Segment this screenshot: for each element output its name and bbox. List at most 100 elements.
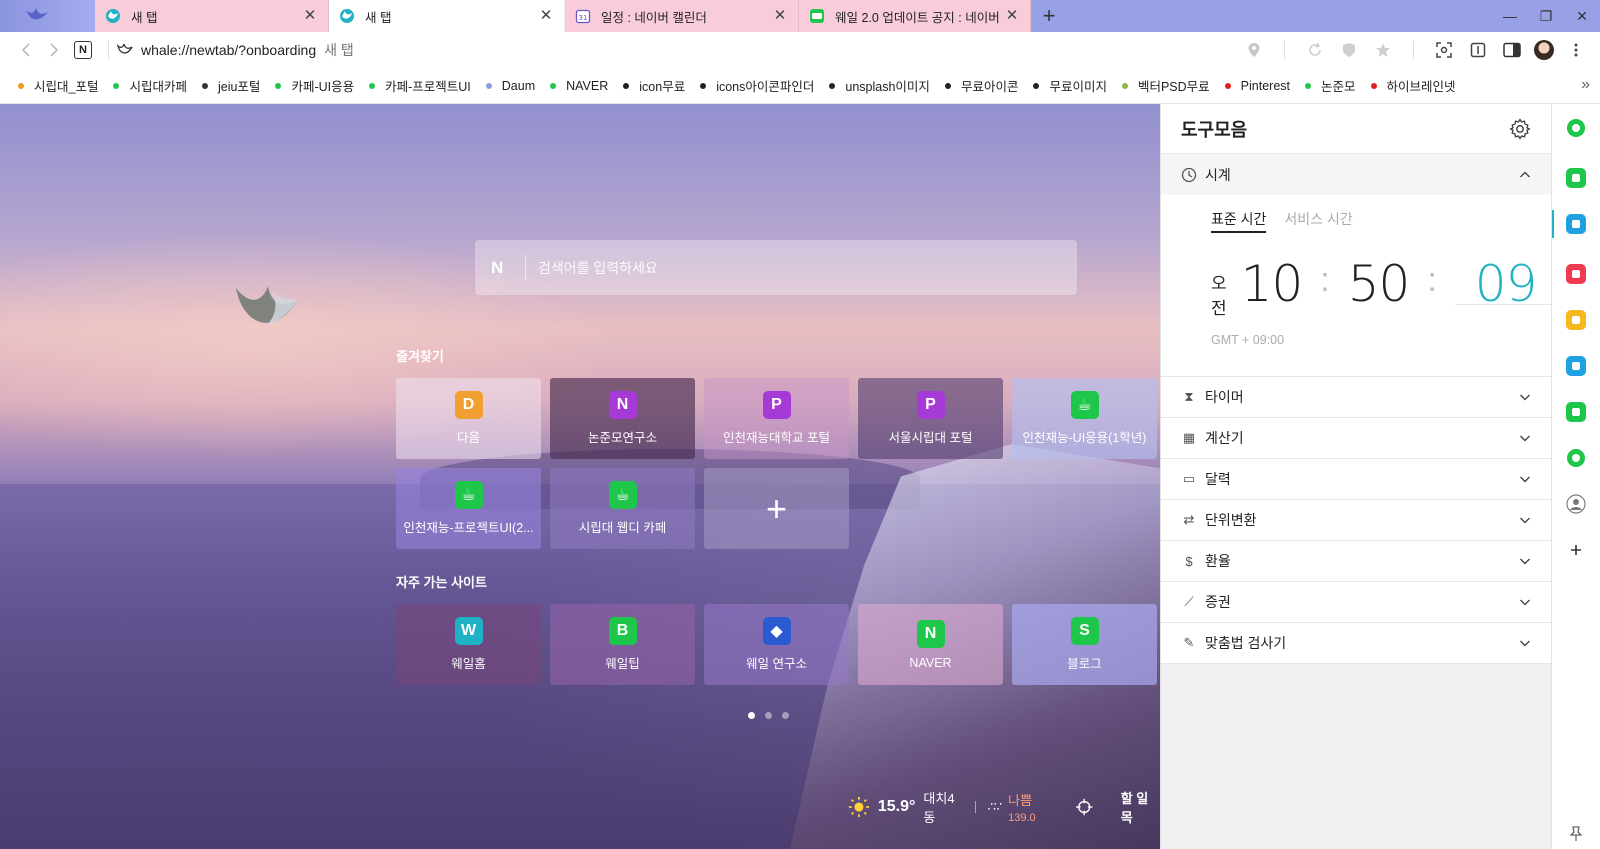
chevron-down-icon[interactable] <box>1519 555 1531 567</box>
tab-close-icon[interactable]: ✕ <box>772 8 788 24</box>
favorite-site-icon: P <box>762 391 791 419</box>
frequent-tile[interactable]: W 웨일홈 <box>396 604 541 685</box>
toolbox-section-calculator[interactable]: ▦ 계산기 <box>1161 418 1551 459</box>
pin-icon[interactable] <box>1569 826 1583 842</box>
toolbox-section-convert[interactable]: ⇄ 단위변환 <box>1161 500 1551 541</box>
toolbox-section-calendar[interactable]: ▭ 달력 <box>1161 459 1551 500</box>
chevron-down-icon[interactable] <box>1519 432 1531 444</box>
favorite-tile[interactable]: ☕ 인천재능-UI응용(1학년) <box>1012 378 1157 459</box>
whale-menu-button[interactable] <box>0 0 95 32</box>
tab-close-icon[interactable]: ✕ <box>538 8 554 24</box>
frequent-tile[interactable]: ◆ 웨일 연구소 <box>704 604 849 685</box>
forward-icon[interactable] <box>40 36 68 64</box>
profile-avatar[interactable] <box>1534 40 1554 60</box>
shield-icon[interactable] <box>1337 38 1361 62</box>
bookmark-item[interactable]: 무료아이콘 <box>944 76 1018 95</box>
location-target-icon[interactable] <box>1076 798 1093 816</box>
chevron-down-icon[interactable] <box>1519 637 1531 649</box>
clock-section-header[interactable]: 시계 <box>1161 154 1551 195</box>
back-icon[interactable] <box>12 36 40 64</box>
gear-icon[interactable] <box>1509 118 1531 140</box>
minimize-icon[interactable]: — <box>1492 0 1528 32</box>
page-dot[interactable] <box>782 712 789 719</box>
bookmark-item[interactable]: 시립대_포털 <box>18 76 98 95</box>
chevron-down-icon[interactable] <box>1519 391 1531 403</box>
chevron-up-icon[interactable] <box>1519 169 1531 181</box>
frequent-tile[interactable]: B 웨일팁 <box>550 604 695 685</box>
tab-close-icon[interactable]: ✕ <box>302 8 318 24</box>
bookmark-item[interactable]: 카페-프로젝트UI <box>369 76 471 95</box>
tab-new-tab-active[interactable]: 새 탭 ✕ <box>329 0 565 32</box>
favorites-star-icon[interactable] <box>1566 310 1586 330</box>
page-dot[interactable] <box>765 712 772 719</box>
bookmark-item[interactable]: 시립대카페 <box>113 76 187 95</box>
tab-new-tab-1[interactable]: 새 탭 ✕ <box>95 0 329 32</box>
toolbox-section-currency[interactable]: $ 환율 <box>1161 541 1551 582</box>
notification-icon[interactable] <box>1566 168 1586 188</box>
tab-naver-calendar[interactable]: 31 일정 : 네이버 캘린더 ✕ <box>565 0 799 32</box>
bookmark-item[interactable]: icon무료 <box>623 76 685 95</box>
reader-mode-icon[interactable] <box>1466 38 1490 62</box>
chevron-down-icon[interactable] <box>1519 596 1531 608</box>
chevron-down-icon[interactable] <box>1519 514 1531 526</box>
tab-service-time[interactable]: 서비스 시간 <box>1284 209 1352 233</box>
weather-widget[interactable]: 15.9° 대치4동 ∴∵ 나쁨 139.0 할 일 목 <box>848 788 1160 826</box>
bookmark-item[interactable]: 카페-UI응용 <box>275 76 354 95</box>
bookmark-label: icon무료 <box>639 80 686 94</box>
toolbox-section-hourglass[interactable]: ⧗ 타이머 <box>1161 377 1551 418</box>
todo-widget[interactable]: 할 일 목 <box>1121 788 1160 826</box>
search-input[interactable] <box>538 259 1038 276</box>
bookmark-item[interactable]: 하이브레인넷 <box>1370 76 1456 95</box>
tab-standard-time[interactable]: 표준 시간 <box>1211 209 1267 233</box>
tab-whale-update-notice[interactable]: 웨일 2.0 업데이트 공지 : 네이버 ✕ <box>799 0 1031 32</box>
favorite-tile[interactable]: P 서울시립대 포털 <box>858 378 1003 459</box>
url-input[interactable]: whale://newtab/?onboarding <box>141 42 316 58</box>
sidebar-toggle-icon[interactable] <box>1500 38 1524 62</box>
bookmark-item[interactable]: icons아이콘파인더 <box>700 76 814 95</box>
toolbox-section-stock-chart[interactable]: ⟋ 증권 <box>1161 582 1551 623</box>
bookmark-item[interactable]: 무료이미지 <box>1033 76 1107 95</box>
bookmark-item[interactable]: 논준모 <box>1305 76 1356 95</box>
favorite-tile[interactable]: P 인천재능대학교 포털 <box>704 378 849 459</box>
clock-display: 오전 10 : 50 : 09 <box>1211 255 1557 331</box>
music-icon[interactable] <box>1566 448 1586 468</box>
toolbox-section-spellcheck[interactable]: ✎ 맞춤법 검사기 <box>1161 623 1551 664</box>
memo-icon[interactable] <box>1566 402 1586 422</box>
bookmark-star-icon[interactable] <box>1371 38 1395 62</box>
profile-icon[interactable] <box>1566 494 1586 514</box>
close-window-icon[interactable]: ✕ <box>1564 0 1600 32</box>
frequent-tile[interactable]: N NAVER <box>858 604 1003 685</box>
bookmark-item[interactable]: NAVER <box>550 79 608 93</box>
restore-icon[interactable]: ❐ <box>1528 0 1564 32</box>
naver-blog-favicon-icon <box>809 8 825 24</box>
reload-icon[interactable] <box>1303 38 1327 62</box>
favorite-tile[interactable]: N 논준모연구소 <box>550 378 695 459</box>
search-box[interactable]: N <box>475 240 1077 295</box>
whale-space-icon[interactable] <box>1566 118 1586 138</box>
bookmark-dot-icon <box>829 82 836 89</box>
page-dot-active[interactable] <box>748 712 755 719</box>
naver-home-icon[interactable]: N <box>74 41 92 59</box>
favorite-tile[interactable]: D 다음 <box>396 378 541 459</box>
translate-icon[interactable] <box>1566 356 1586 376</box>
tab-close-icon[interactable]: ✕ <box>1004 8 1020 24</box>
bookmark-item[interactable]: jeiu포털 <box>201 76 260 95</box>
hourglass-icon: ⧗ <box>1184 389 1194 404</box>
bookmark-item[interactable]: unsplash이미지 <box>829 76 930 95</box>
location-pin-icon[interactable] <box>1242 38 1266 62</box>
chevron-down-icon[interactable] <box>1519 473 1531 485</box>
favorite-tile[interactable]: ☕ 시립대 웹디 카페 <box>550 468 695 549</box>
bookmark-item[interactable]: 벡터PSD무료 <box>1121 76 1210 95</box>
screen-capture-icon[interactable] <box>1432 38 1456 62</box>
bookmark-item[interactable]: Pinterest <box>1224 79 1290 93</box>
bookmarks-more-icon[interactable]: » <box>1581 76 1590 94</box>
more-menu-icon[interactable] <box>1564 38 1588 62</box>
add-shortcut-button[interactable]: + <box>704 468 849 549</box>
new-tab-button[interactable]: + <box>1031 0 1067 32</box>
pocket-icon[interactable] <box>1566 264 1586 284</box>
add-icon[interactable] <box>1566 540 1586 560</box>
frequent-tile[interactable]: S 블로그 <box>1012 604 1157 685</box>
toolbox-icon[interactable] <box>1566 214 1586 234</box>
favorite-tile[interactable]: ☕ 인천재능-프로젝트UI(2... <box>396 468 541 549</box>
bookmark-item[interactable]: Daum <box>485 79 535 93</box>
